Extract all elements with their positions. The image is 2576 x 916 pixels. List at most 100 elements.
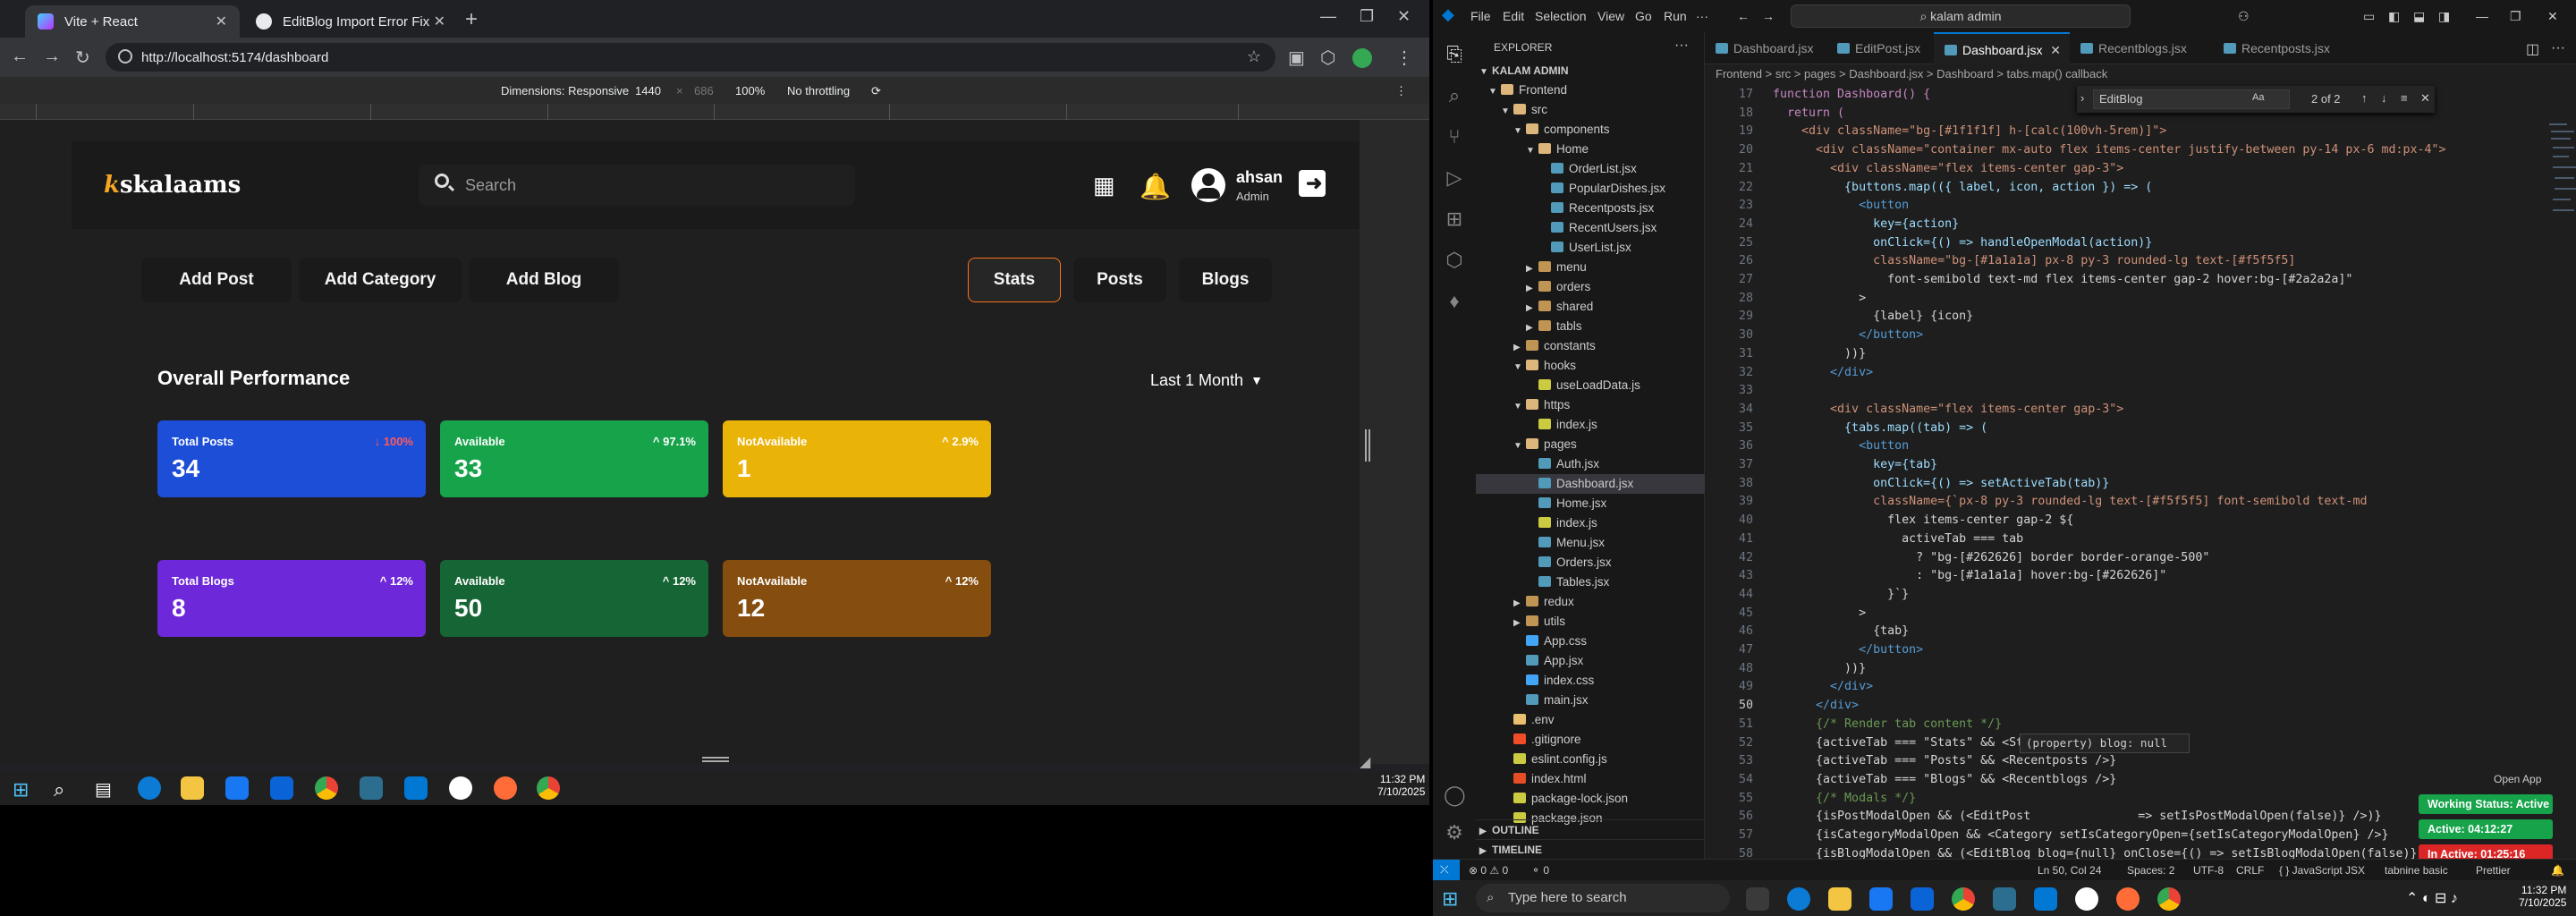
tree-file[interactable]: RecentUsers.jsx bbox=[1476, 218, 1705, 238]
browser-tab-vite[interactable]: Vite + React ✕ bbox=[25, 5, 240, 38]
search-icon[interactable]: ⌕ bbox=[1444, 84, 1465, 106]
vscode-taskbar-icon[interactable] bbox=[404, 776, 428, 800]
tree-file[interactable]: Dashboard.jsx bbox=[1476, 474, 1705, 494]
file-explorer-icon[interactable] bbox=[1828, 887, 1852, 911]
github-icon[interactable] bbox=[2075, 887, 2098, 911]
tree-file[interactable]: Orders.jsx bbox=[1476, 553, 1705, 572]
clock-left[interactable]: 11:32 PM 7/10/2025 bbox=[1377, 773, 1425, 798]
editor-tab[interactable]: Recentposts.jsx bbox=[2213, 32, 2356, 64]
explorer-icon[interactable]: ⎘ bbox=[1444, 43, 1465, 65]
viewport-width-input[interactable]: 1440 bbox=[635, 84, 661, 98]
profile-avatar[interactable] bbox=[1352, 48, 1372, 68]
taskbar-search-input[interactable]: ⌕ Type here to search bbox=[1476, 884, 1730, 912]
nav-forward-icon[interactable]: → bbox=[1762, 9, 1775, 23]
previous-match-icon[interactable]: ↑ bbox=[2361, 91, 2368, 105]
postman-icon[interactable] bbox=[2116, 887, 2140, 911]
breadcrumb[interactable]: Frontend > src > pages > Dashboard.jsx >… bbox=[1705, 64, 2576, 84]
command-center[interactable]: ⌕ kalam admin bbox=[1791, 4, 2131, 28]
match-case-icon[interactable]: Aa bbox=[2252, 92, 2264, 103]
app-logo[interactable]: kskalaams bbox=[104, 172, 241, 199]
menu-run[interactable]: Run bbox=[1664, 9, 1687, 23]
logout-icon[interactable] bbox=[1299, 170, 1326, 197]
tree-file[interactable]: Tables.jsx bbox=[1476, 572, 1705, 592]
open-app-link[interactable]: Open App bbox=[2494, 773, 2541, 785]
app-icon[interactable] bbox=[1993, 887, 2016, 911]
vscode-taskbar-icon[interactable] bbox=[2034, 887, 2057, 911]
tree-file[interactable]: App.jsx bbox=[1476, 651, 1705, 671]
add-category-button[interactable]: Add Category bbox=[299, 258, 462, 302]
tab-blogs[interactable]: Blogs bbox=[1179, 258, 1272, 302]
source-control-icon[interactable]: ⑂ bbox=[1444, 125, 1465, 148]
tree-folder[interactable]: ▶ constants bbox=[1476, 336, 1705, 356]
chrome-icon[interactable] bbox=[537, 776, 560, 800]
tree-file[interactable]: UserList.jsx bbox=[1476, 238, 1705, 258]
search-input[interactable]: Search bbox=[419, 165, 855, 206]
account-icon[interactable]: ◯ bbox=[1444, 784, 1466, 806]
outlook-icon[interactable] bbox=[270, 776, 293, 800]
toggle-replace-icon[interactable]: › bbox=[2080, 91, 2084, 105]
extensions-puzzle-icon[interactable]: ⬡ bbox=[1320, 47, 1335, 69]
nav-back-icon[interactable]: ← bbox=[1737, 9, 1750, 23]
minimize-icon[interactable]: — bbox=[2476, 9, 2488, 23]
ports-status[interactable]: ⚬ 0 bbox=[1531, 864, 1549, 877]
tree-file[interactable]: index.css bbox=[1476, 671, 1705, 691]
tree-file[interactable]: .env bbox=[1476, 710, 1705, 730]
task-view-icon[interactable] bbox=[1746, 887, 1769, 911]
rotate-icon[interactable]: ⟳ bbox=[871, 84, 881, 98]
chrome-icon[interactable] bbox=[315, 776, 338, 800]
new-tab-icon[interactable]: + bbox=[465, 7, 478, 32]
tree-file[interactable]: useLoadData.js bbox=[1476, 376, 1705, 395]
toggle-sidebar-icon[interactable]: ◧ bbox=[2388, 9, 2400, 24]
postman-icon[interactable] bbox=[494, 776, 517, 800]
back-icon[interactable]: ← bbox=[11, 47, 29, 67]
toggle-aux-icon[interactable]: ◨ bbox=[2438, 9, 2450, 24]
close-tab-icon[interactable]: ✕ bbox=[216, 13, 227, 30]
edge-icon[interactable] bbox=[1787, 887, 1810, 911]
clock-right[interactable]: 11:32 PM 7/10/2025 bbox=[2519, 884, 2566, 909]
layout-icon[interactable]: ▭ bbox=[2363, 9, 2375, 24]
project-header[interactable]: ▼ KALAM ADMIN bbox=[1476, 61, 1705, 81]
add-blog-button[interactable]: Add Blog bbox=[469, 258, 619, 302]
encoding-status[interactable]: UTF-8 bbox=[2193, 864, 2224, 877]
tree-folder[interactable]: ▶ utils bbox=[1476, 612, 1705, 632]
chrome-icon[interactable] bbox=[2157, 887, 2181, 911]
devtools-more-icon[interactable]: ⋮ bbox=[1395, 84, 1407, 98]
tree-folder[interactable]: ▶ orders bbox=[1476, 277, 1705, 297]
throttle-select[interactable]: No throttling bbox=[787, 84, 850, 98]
taskbar-search-icon[interactable]: ⌕ bbox=[54, 778, 64, 802]
run-debug-icon[interactable]: ▷ bbox=[1444, 166, 1465, 189]
tabnine-status[interactable]: tabnine basic bbox=[2385, 864, 2448, 877]
extension-icon[interactable]: ▣ bbox=[1288, 47, 1305, 69]
resize-corner-handle[interactable]: ◢ bbox=[1360, 753, 1370, 771]
tree-file[interactable]: eslint.config.js bbox=[1476, 750, 1705, 769]
tree-folder[interactable]: ▼ components bbox=[1476, 120, 1705, 140]
tree-folder[interactable]: ▶ shared bbox=[1476, 297, 1705, 317]
menu-view[interactable]: View bbox=[1597, 9, 1624, 23]
restore-icon[interactable]: ❐ bbox=[2510, 9, 2521, 24]
task-view-icon[interactable]: ▤ bbox=[95, 778, 112, 801]
close-tab-icon[interactable]: ✕ bbox=[2050, 34, 2061, 66]
tree-file[interactable]: OrderList.jsx bbox=[1476, 159, 1705, 179]
tree-file[interactable]: main.jsx bbox=[1476, 691, 1705, 710]
zoom-select[interactable]: 100% bbox=[735, 84, 765, 98]
menu-file[interactable]: File bbox=[1470, 9, 1491, 23]
editor-more-icon[interactable]: ··· bbox=[2551, 40, 2565, 56]
edge-icon[interactable] bbox=[138, 776, 161, 800]
editor-tab[interactable]: Recentblogs.jsx bbox=[2070, 32, 2213, 64]
tree-file[interactable]: Recentposts.jsx bbox=[1476, 199, 1705, 218]
close-tab-icon[interactable]: ✕ bbox=[434, 13, 445, 30]
tree-folder[interactable]: ▶ redux bbox=[1476, 592, 1705, 612]
tree-file[interactable]: index.js bbox=[1476, 513, 1705, 533]
app-icon[interactable] bbox=[360, 776, 383, 800]
windows-start-icon[interactable]: ⊞ bbox=[13, 778, 29, 802]
close-find-icon[interactable]: ✕ bbox=[2420, 91, 2430, 106]
tree-file[interactable]: package-lock.json bbox=[1476, 789, 1705, 809]
editor-tab-active[interactable]: Dashboard.jsx ✕ bbox=[1934, 32, 2070, 64]
tree-file[interactable]: Auth.jsx bbox=[1476, 454, 1705, 474]
close-window-icon[interactable]: ✕ bbox=[2547, 9, 2558, 24]
tree-file[interactable]: App.css bbox=[1476, 632, 1705, 651]
browser-tab-editblog[interactable]: EditBlog Import Error Fix ✕ bbox=[243, 5, 458, 38]
tree-folder[interactable]: ▶ tabls bbox=[1476, 317, 1705, 336]
period-select[interactable]: Last 1 Month ▼ bbox=[1150, 367, 1263, 394]
chrome-menu-icon[interactable]: ⋮ bbox=[1395, 47, 1413, 69]
